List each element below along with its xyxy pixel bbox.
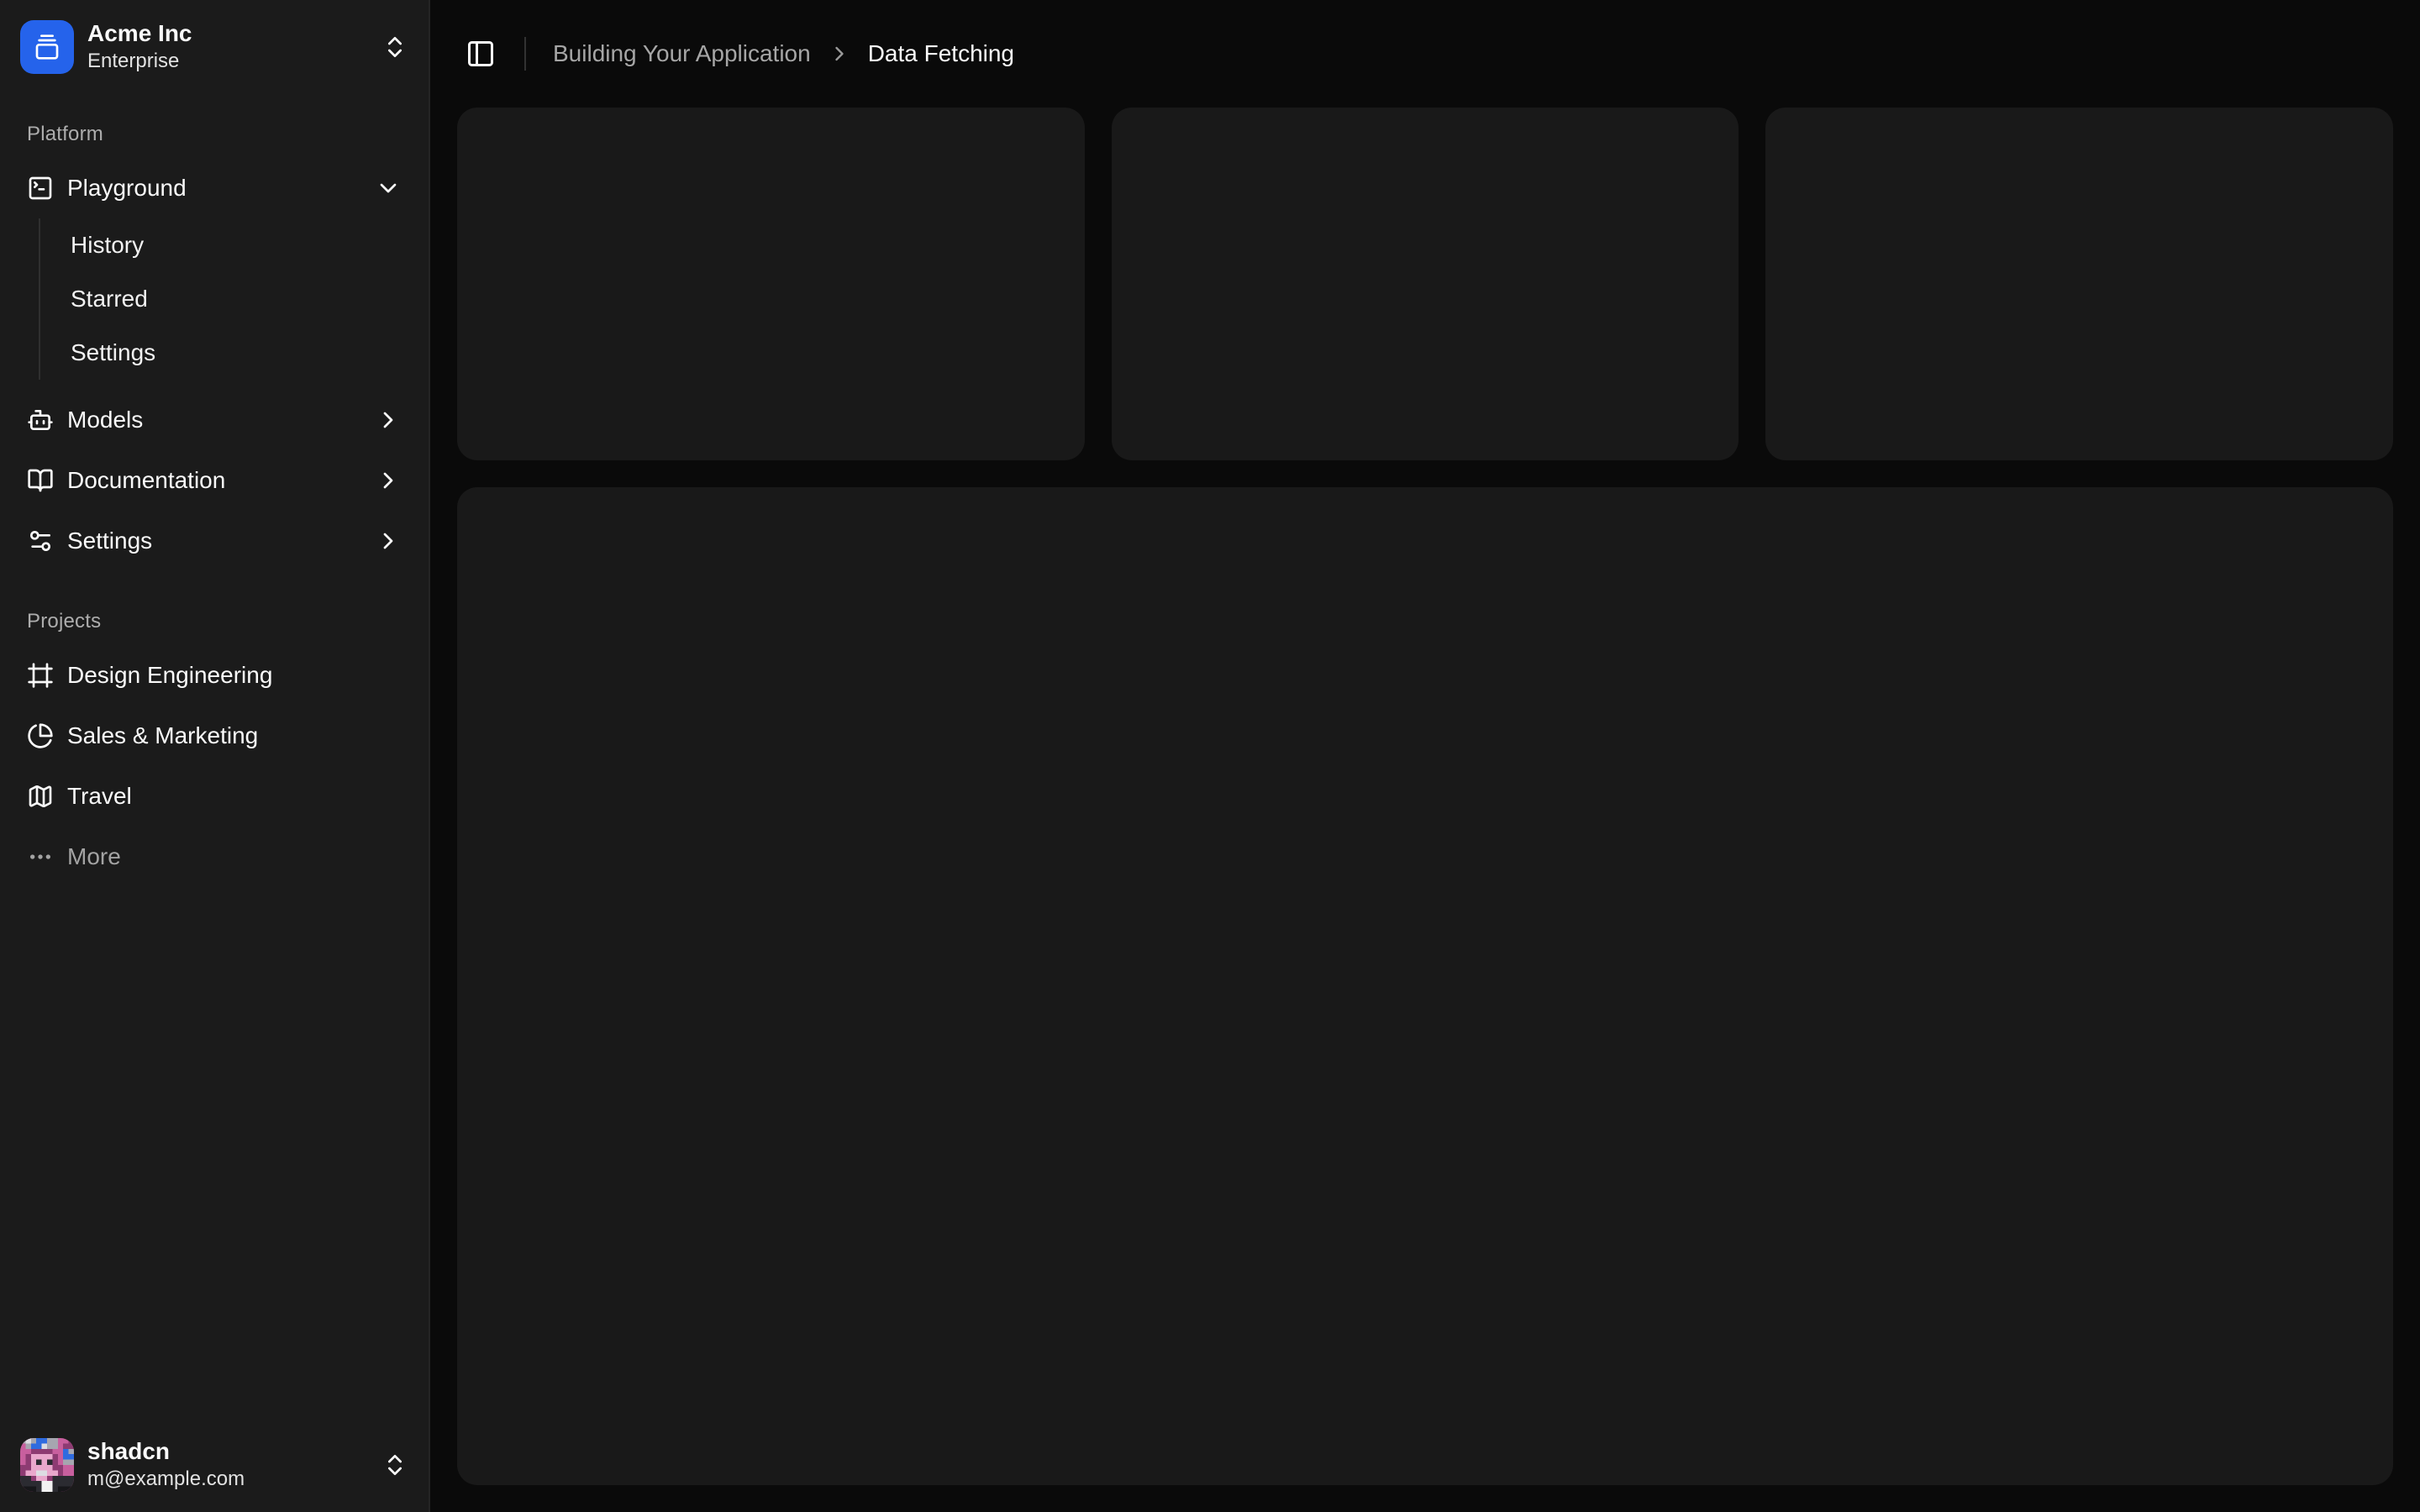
- nav-group-platform: Platform Playground: [0, 94, 429, 581]
- placeholder-card-3: [1765, 108, 2393, 460]
- settings-sliders-icon: [27, 528, 54, 554]
- nav-group-label: Projects: [13, 595, 415, 648]
- sidebar-item-label: Design Engineering: [67, 662, 402, 689]
- sidebar-header: Acme Inc Enterprise: [0, 0, 429, 94]
- user-email: m@example.com: [87, 1468, 368, 1490]
- sidebar: Acme Inc Enterprise Platform: [0, 0, 430, 1512]
- square-terminal-icon: [27, 175, 54, 202]
- sidebar-item-sales-marketing[interactable]: Sales & Marketing: [13, 709, 415, 763]
- ellipsis-icon: [27, 843, 54, 870]
- sidebar-footer: shadcn m@example.com: [0, 1418, 429, 1512]
- placeholder-card-grid: [457, 108, 2393, 460]
- page-content: [430, 108, 2420, 1512]
- map-icon: [27, 783, 54, 810]
- user-meta: shadcn m@example.com: [87, 1439, 368, 1490]
- placeholder-panel: [457, 487, 2393, 1485]
- nav-item: Playground History Starred Settings: [13, 161, 415, 386]
- sidebar-item-settings[interactable]: Settings: [13, 514, 415, 568]
- sidebar-item-travel[interactable]: Travel: [13, 769, 415, 823]
- sidebar-item-label: Travel: [67, 783, 402, 810]
- sidebar-subitem-settings[interactable]: Settings: [57, 329, 415, 376]
- panel-left-icon: [466, 39, 496, 69]
- sidebar-item-label: Models: [67, 407, 361, 433]
- nav-group-label: Platform: [13, 108, 415, 161]
- nav-item: Settings: [13, 514, 415, 568]
- team-name: Acme Inc: [87, 21, 368, 47]
- bot-icon: [27, 407, 54, 433]
- playground-submenu: History Starred Settings: [39, 218, 415, 380]
- sidebar-item-label: More: [67, 843, 402, 870]
- user-name: shadcn: [87, 1439, 368, 1465]
- nav-item: Design Engineering: [13, 648, 415, 702]
- breadcrumb-current: Data Fetching: [868, 40, 1014, 67]
- gallery-vertical-end-icon: [20, 20, 74, 74]
- nav-menu: Design Engineering Sales & Marketing: [13, 648, 415, 884]
- chevron-right-icon: [375, 407, 402, 433]
- sidebar-item-label: Settings: [67, 528, 361, 554]
- nav-item: Documentation: [13, 454, 415, 507]
- sidebar-item-models[interactable]: Models: [13, 393, 415, 447]
- nav-item: Travel: [13, 769, 415, 823]
- team-plan: Enterprise: [87, 50, 368, 72]
- sidebar-subitem-starred[interactable]: Starred: [57, 276, 415, 323]
- nav-group-projects: Projects Design Engineering: [0, 581, 429, 897]
- nav-menu: Playground History Starred Settings: [13, 161, 415, 568]
- sidebar-item-playground[interactable]: Playground: [13, 161, 415, 215]
- nav-item: Sales & Marketing: [13, 709, 415, 763]
- nav-item: Models: [13, 393, 415, 447]
- topbar: Building Your Application Data Fetching: [430, 0, 2420, 108]
- chevrons-up-down-icon: [381, 34, 408, 60]
- user-menu-button[interactable]: shadcn m@example.com: [13, 1431, 415, 1499]
- sidebar-item-label: Sales & Marketing: [67, 722, 402, 749]
- sidebar-item-design-engineering[interactable]: Design Engineering: [13, 648, 415, 702]
- main-area: Building Your Application Data Fetching: [430, 0, 2420, 1512]
- team-meta: Acme Inc Enterprise: [87, 21, 368, 72]
- sidebar-subitem-history[interactable]: History: [57, 222, 415, 269]
- sidebar-content: Platform Playground: [0, 94, 429, 1418]
- chevron-down-icon: [375, 175, 402, 202]
- team-switcher-button[interactable]: Acme Inc Enterprise: [13, 13, 415, 81]
- pie-chart-icon: [27, 722, 54, 749]
- placeholder-card-2: [1112, 108, 1739, 460]
- app-shell: Acme Inc Enterprise Platform: [0, 0, 2420, 1512]
- nav-item: More: [13, 830, 415, 884]
- frame-icon: [27, 662, 54, 689]
- chevron-right-icon: [375, 528, 402, 554]
- sidebar-item-label: Documentation: [67, 467, 361, 494]
- chevron-right-icon: [375, 467, 402, 494]
- avatar: [20, 1438, 74, 1492]
- chevrons-up-down-icon: [381, 1452, 408, 1478]
- sidebar-item-documentation[interactable]: Documentation: [13, 454, 415, 507]
- breadcrumb-link-parent[interactable]: Building Your Application: [553, 40, 811, 67]
- book-open-icon: [27, 467, 54, 494]
- chevron-right-icon: [828, 42, 851, 66]
- breadcrumb: Building Your Application Data Fetching: [553, 40, 1014, 67]
- sidebar-toggle-button[interactable]: [457, 30, 504, 77]
- placeholder-card-1: [457, 108, 1085, 460]
- sidebar-item-more[interactable]: More: [13, 830, 415, 884]
- sidebar-item-label: Playground: [67, 175, 361, 202]
- separator: [524, 37, 526, 71]
